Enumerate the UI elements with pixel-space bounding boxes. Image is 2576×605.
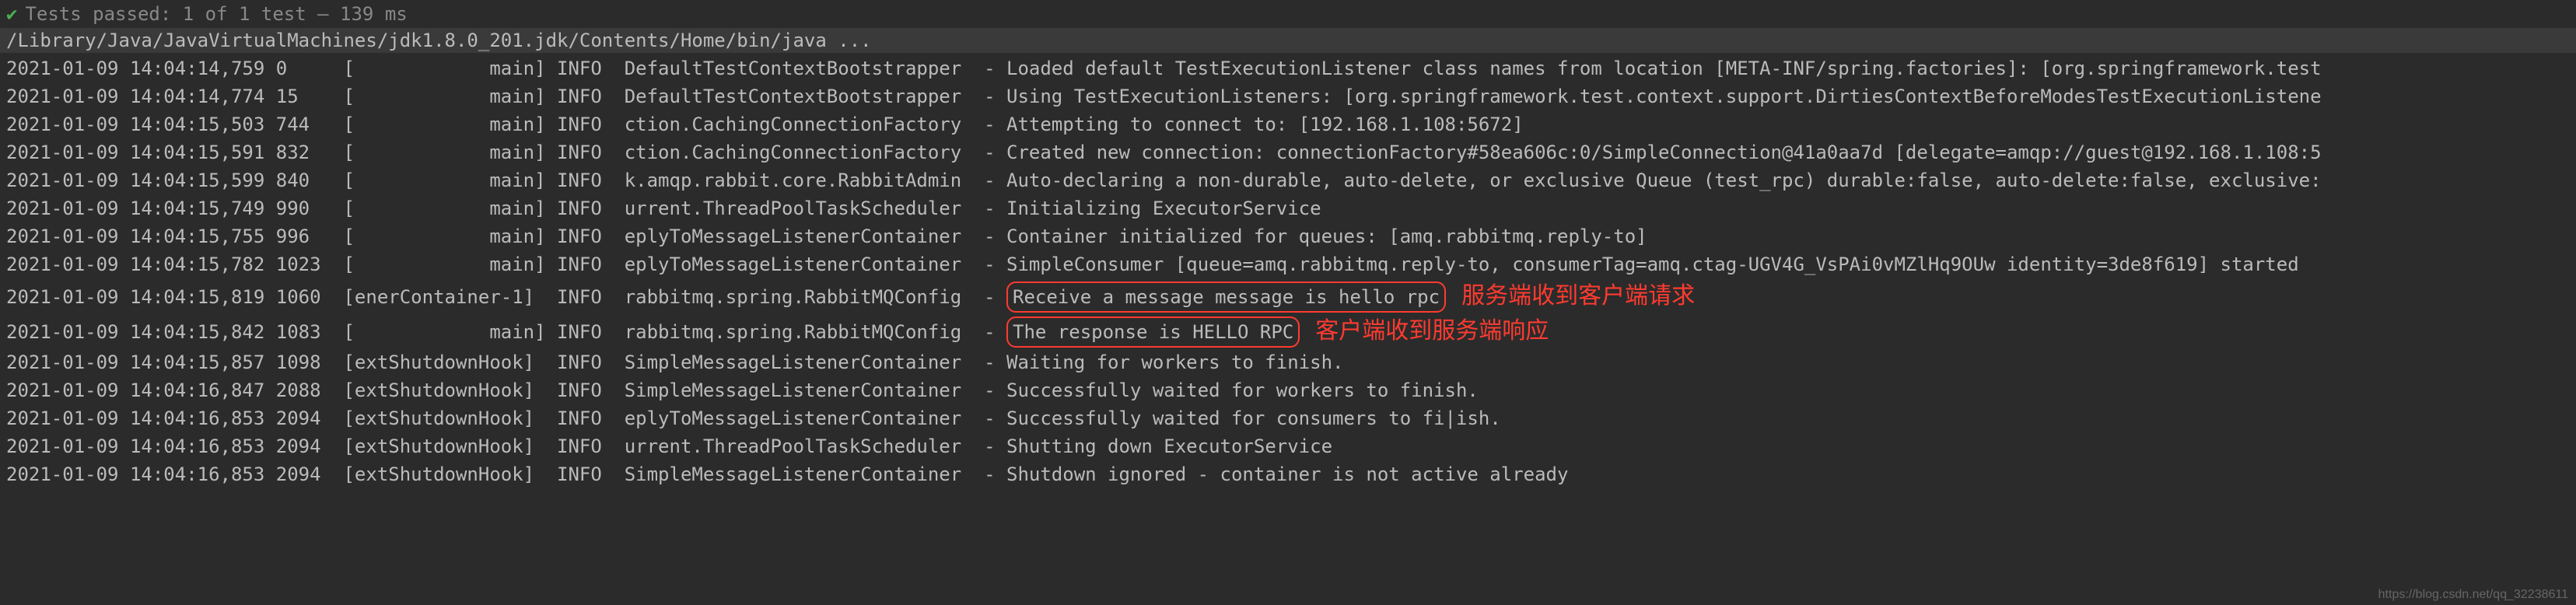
log-line: 2021-01-09 14:04:16,853 2094 [extShutdow… (6, 460, 2570, 488)
log-message: - Created new connection: connectionFact… (984, 142, 2321, 163)
annotation-label: 客户端收到服务端响应 (1315, 318, 1549, 344)
log-prefix: 2021-01-09 14:04:15,819 1060 [enerContai… (6, 286, 984, 308)
log-line: 2021-01-09 14:04:15,599 840 [ main] INFO… (6, 166, 2570, 194)
log-line: 2021-01-09 14:04:15,755 996 [ main] INFO… (6, 222, 2570, 250)
log-line: 2021-01-09 14:04:15,857 1098 [extShutdow… (6, 348, 2570, 376)
log-line: 2021-01-09 14:04:15,782 1023 [ main] INF… (6, 250, 2570, 278)
log-line: 2021-01-09 14:04:15,842 1083 [ main] INF… (6, 313, 2570, 348)
log-line: 2021-01-09 14:04:16,853 2094 [extShutdow… (6, 404, 2570, 432)
log-line: 2021-01-09 14:04:15,819 1060 [enerContai… (6, 278, 2570, 313)
log-message: - Auto-declaring a non-durable, auto-del… (984, 170, 2321, 191)
log-prefix: 2021-01-09 14:04:15,857 1098 [extShutdow… (6, 351, 984, 373)
log-line: 2021-01-09 14:04:16,847 2088 [extShutdow… (6, 376, 2570, 404)
log-prefix: 2021-01-09 14:04:15,749 990 [ main] INFO… (6, 198, 984, 219)
log-line: 2021-01-09 14:04:15,503 744 [ main] INFO… (6, 110, 2570, 138)
log-prefix: 2021-01-09 14:04:14,759 0 [ main] INFO D… (6, 58, 984, 79)
log-prefix: 2021-01-09 14:04:16,853 2094 [extShutdow… (6, 463, 984, 485)
java-path-line: /Library/Java/JavaVirtualMachines/jdk1.8… (0, 28, 2576, 53)
log-prefix: 2021-01-09 14:04:15,591 832 [ main] INFO… (6, 142, 984, 163)
log-msg-prefix: - (984, 286, 1006, 308)
log-line: 2021-01-09 14:04:15,749 990 [ main] INFO… (6, 194, 2570, 222)
check-icon: ✔ (6, 3, 17, 25)
log-message: - Loaded default TestExecutionListener c… (984, 58, 2321, 79)
log-message: - Successfully waited for workers to fin… (984, 379, 1479, 401)
log-message: - Shutting down ExecutorService (984, 435, 1332, 457)
log-prefix: 2021-01-09 14:04:15,842 1083 [ main] INF… (6, 321, 984, 343)
log-prefix: 2021-01-09 14:04:16,853 2094 [extShutdow… (6, 407, 984, 429)
log-message: - Waiting for workers to finish. (984, 351, 1343, 373)
log-msg-prefix: - (984, 321, 1006, 343)
log-message: ish. (1456, 407, 1501, 429)
log-message: - Container initialized for queues: [amq… (984, 226, 1647, 247)
log-message: - Attempting to connect to: [192.168.1.1… (984, 114, 1524, 135)
log-line: 2021-01-09 14:04:14,759 0 [ main] INFO D… (6, 54, 2570, 82)
log-line: 2021-01-09 14:04:14,774 15 [ main] INFO … (6, 82, 2570, 110)
test-status-header: ✔ Tests passed: 1 of 1 test – 139 ms (0, 0, 2576, 28)
annotation-label: 服务端收到客户端请求 (1461, 283, 1695, 309)
console-log-area[interactable]: 2021-01-09 14:04:14,759 0 [ main] INFO D… (0, 53, 2576, 490)
log-prefix: 2021-01-09 14:04:15,755 996 [ main] INFO… (6, 226, 984, 247)
log-prefix: 2021-01-09 14:04:15,782 1023 [ main] INF… (6, 254, 984, 275)
log-message: - Initializing ExecutorService (984, 198, 1321, 219)
log-prefix: 2021-01-09 14:04:14,774 15 [ main] INFO … (6, 86, 984, 107)
test-status-text: Tests passed: 1 of 1 test – 139 ms (25, 3, 407, 25)
log-message: - Using TestExecutionListeners: [org.spr… (984, 86, 2321, 107)
log-message: - Shutdown ignored - container is not ac… (984, 463, 1568, 485)
watermark: https://blog.csdn.net/qq_32238611 (2378, 588, 2568, 602)
highlighted-message: Receive a message message is hello rpc (1006, 282, 1446, 313)
log-prefix: 2021-01-09 14:04:16,847 2088 [extShutdow… (6, 379, 984, 401)
log-line: 2021-01-09 14:04:16,853 2094 [extShutdow… (6, 432, 2570, 460)
log-line: 2021-01-09 14:04:15,591 832 [ main] INFO… (6, 138, 2570, 166)
log-message: - SimpleConsumer [queue=amq.rabbitmq.rep… (984, 254, 2299, 275)
log-prefix: 2021-01-09 14:04:15,599 840 [ main] INFO… (6, 170, 984, 191)
log-prefix: 2021-01-09 14:04:15,503 744 [ main] INFO… (6, 114, 984, 135)
highlighted-message: The response is HELLO RPC (1006, 316, 1300, 348)
log-message: - Successfully waited for consumers to f… (984, 407, 1444, 429)
text-cursor: | (1445, 407, 1456, 429)
log-prefix: 2021-01-09 14:04:16,853 2094 [extShutdow… (6, 435, 984, 457)
